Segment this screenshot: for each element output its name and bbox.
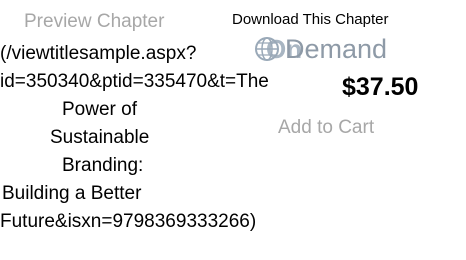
preview-url-line: id=350340&ptid=335470&t=The: [0, 71, 269, 92]
download-chapter-link[interactable]: Download This Chapter: [232, 10, 388, 30]
preview-chapter-label: Preview Chapter: [24, 11, 165, 32]
preview-url-line: Power of: [62, 99, 137, 120]
ondemand-brand-demand: Demand: [285, 34, 388, 64]
chapter-purchase-panel: Preview Chapter (/viewtitlesample.aspx? …: [0, 0, 466, 260]
chapter-price: $37.50: [342, 73, 419, 101]
preview-url-line: Sustainable: [50, 127, 150, 148]
preview-url-line: Branding:: [62, 155, 144, 176]
preview-url-line: Future&isxn=9798369333266): [0, 211, 257, 232]
add-to-cart-button[interactable]: Add to Cart: [278, 116, 374, 140]
preview-url-line: Building a Better: [2, 183, 142, 204]
preview-url-line: (/viewtitlesample.aspx?: [0, 43, 197, 64]
